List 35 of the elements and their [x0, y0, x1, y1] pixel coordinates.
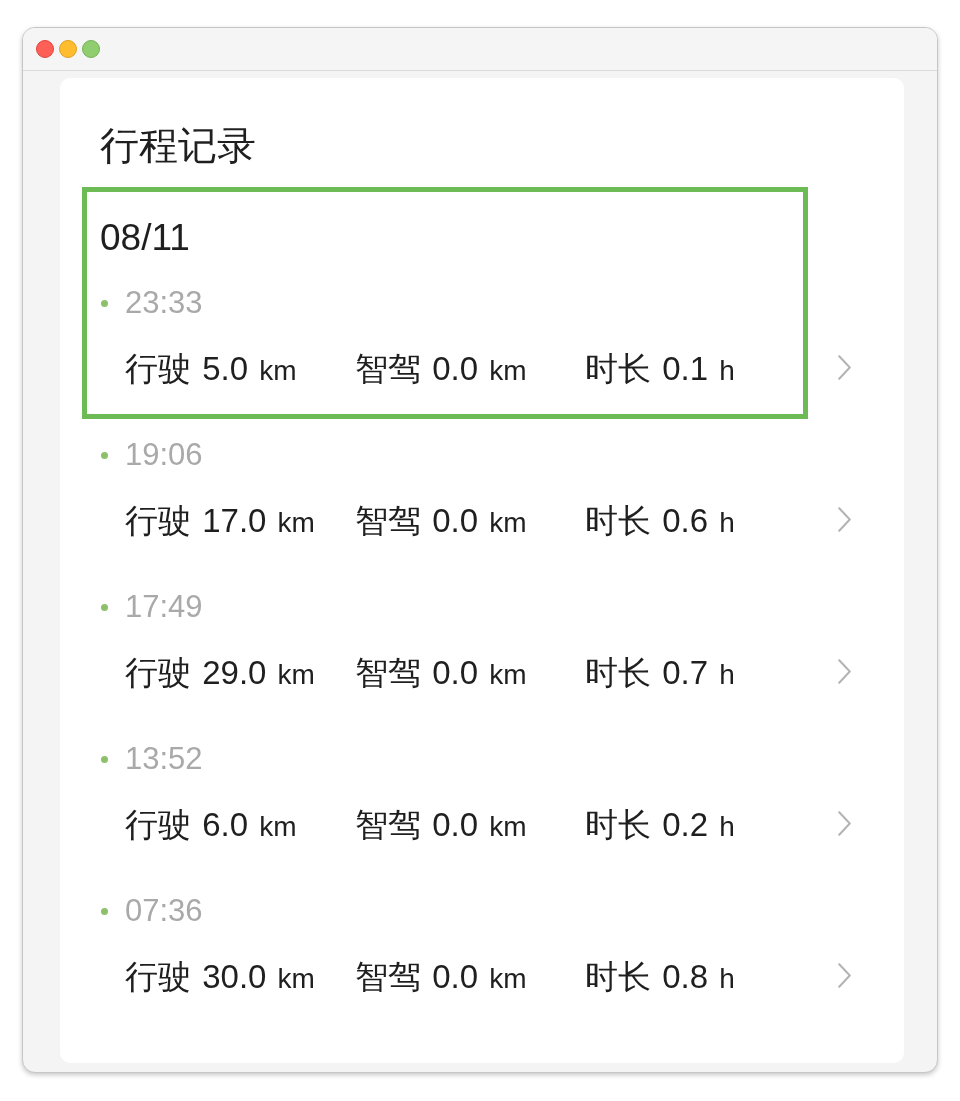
maximize-button[interactable] — [82, 40, 100, 58]
trip-stat: 行驶 29.0 km — [125, 654, 315, 693]
chevron-right-icon[interactable] — [838, 507, 851, 532]
trip-stat: 行驶 30.0 km — [125, 958, 315, 997]
trip-stat: 时长 0.6 h — [585, 502, 735, 541]
chevron-right-icon[interactable] — [838, 355, 851, 380]
trip-stat: 智驾 0.0 km — [355, 806, 527, 845]
trip-stat: 时长 0.2 h — [585, 806, 735, 845]
chevron-right-icon[interactable] — [838, 811, 851, 836]
trip-time: 07:36 — [125, 893, 203, 929]
trip-stat: 智驾 0.0 km — [355, 958, 527, 997]
dot-icon — [101, 299, 108, 307]
minimize-button[interactable] — [59, 40, 77, 58]
close-button[interactable] — [36, 40, 54, 58]
dot-icon — [101, 603, 108, 611]
dot-icon — [101, 907, 108, 915]
trip-stat: 时长 0.7 h — [585, 654, 735, 693]
trip-stat: 行驶 6.0 km — [125, 806, 297, 845]
trip-time: 17:49 — [125, 589, 203, 625]
trip-stat: 行驶 17.0 km — [125, 502, 315, 541]
trip-stat: 智驾 0.0 km — [355, 502, 527, 541]
page-title: 行程记录 — [100, 123, 256, 169]
trip-stat: 时长 0.1 h — [585, 350, 735, 389]
trip-time: 13:52 — [125, 741, 203, 777]
trip-stat: 智驾 0.0 km — [355, 350, 527, 389]
trip-time: 23:33 — [125, 285, 203, 321]
date-label: 08/11 — [100, 220, 190, 256]
chevron-right-icon[interactable] — [838, 659, 851, 684]
dot-icon — [101, 451, 108, 459]
trip-stat: 智驾 0.0 km — [355, 654, 527, 693]
trip-stat: 行驶 5.0 km — [125, 350, 297, 389]
dot-icon — [101, 755, 108, 763]
chevron-right-icon[interactable] — [838, 963, 851, 988]
trip-time: 19:06 — [125, 437, 203, 473]
trip-stat: 时长 0.8 h — [585, 958, 735, 997]
